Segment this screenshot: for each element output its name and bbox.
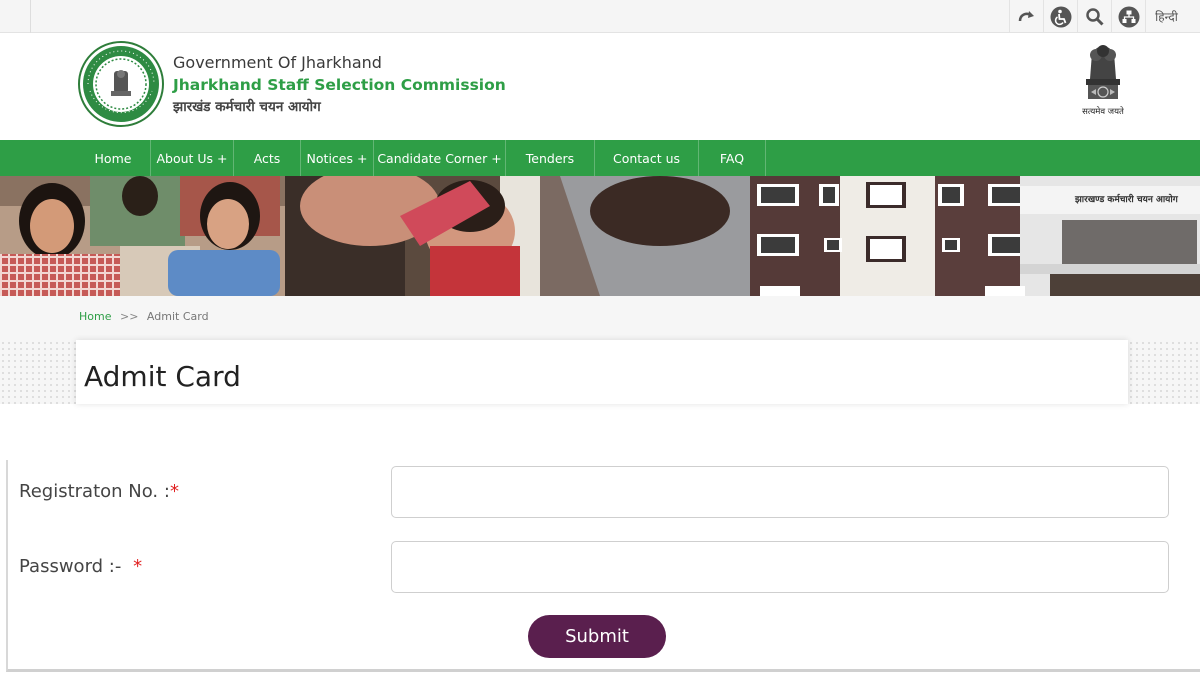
required-marker: * [133, 556, 143, 577]
registration-number-input[interactable] [391, 466, 1169, 518]
hindi-language-link[interactable]: हिन्दी [1145, 0, 1187, 33]
sitemap-icon[interactable] [1111, 0, 1145, 33]
nav-item-candidate-corner[interactable]: Candidate Corner + [374, 140, 506, 176]
nav-item-contact-us[interactable]: Contact us [595, 140, 699, 176]
utility-divider [30, 0, 31, 33]
breadcrumb-current: Admit Card [146, 310, 209, 323]
header-banner-image: झारखण्ड कर्मचारी चयन आयोग [0, 176, 1200, 296]
nav-item-about-us[interactable]: About Us + [151, 140, 234, 176]
site-header: Government Of Jharkhand Jharkhand Staff … [0, 33, 1200, 140]
refresh-icon[interactable] [1009, 0, 1043, 33]
nav-item-notices[interactable]: Notices + [301, 140, 374, 176]
nav-item-faq[interactable]: FAQ [699, 140, 766, 176]
site-title-block: Government Of Jharkhand Jharkhand Staff … [173, 52, 506, 117]
password-label: Password :- * [19, 556, 142, 577]
nav-item-home[interactable]: Home [76, 140, 151, 176]
breadcrumb-home-link[interactable]: Home [79, 310, 111, 323]
nav-item-tenders[interactable]: Tenders [506, 140, 595, 176]
org-line: Government Of Jharkhand [173, 53, 382, 72]
main-nav: Home About Us + Acts Notices + Candidate… [0, 140, 1200, 176]
building-sign: झारखण्ड कर्मचारी चयन आयोग [1075, 195, 1178, 205]
accessibility-icon[interactable] [1043, 0, 1077, 33]
password-label-text: Password :- [19, 556, 128, 577]
dotted-pattern [0, 340, 76, 404]
registration-label-text: Registraton No. : [19, 481, 170, 502]
hindi-language-label[interactable]: हिन्दी [1155, 8, 1178, 25]
breadcrumb-section: Home >> Admit Card Admit Card [0, 296, 1200, 404]
password-input[interactable] [391, 541, 1169, 593]
required-marker: * [169, 481, 179, 502]
search-icon[interactable] [1077, 0, 1111, 33]
breadcrumb-separator: >> [119, 310, 139, 323]
dotted-pattern [1128, 340, 1200, 404]
emblem-motto: सत्यमेव जयते [1082, 107, 1124, 117]
page-title: Admit Card [84, 360, 241, 393]
submit-button[interactable]: Submit [528, 615, 666, 658]
breadcrumb: Home >> Admit Card [79, 310, 209, 323]
commission-name-hindi: झारखंड कर्मचारी चयन आयोग [173, 99, 321, 115]
title-card: Admit Card [76, 340, 1128, 404]
commission-name[interactable]: Jharkhand Staff Selection Commission [173, 74, 506, 97]
registration-label: Registraton No. :* [19, 481, 179, 502]
nav-item-acts[interactable]: Acts [234, 140, 301, 176]
utility-bar: हिन्दी [0, 0, 1200, 33]
jharkhand-logo[interactable] [78, 41, 164, 127]
